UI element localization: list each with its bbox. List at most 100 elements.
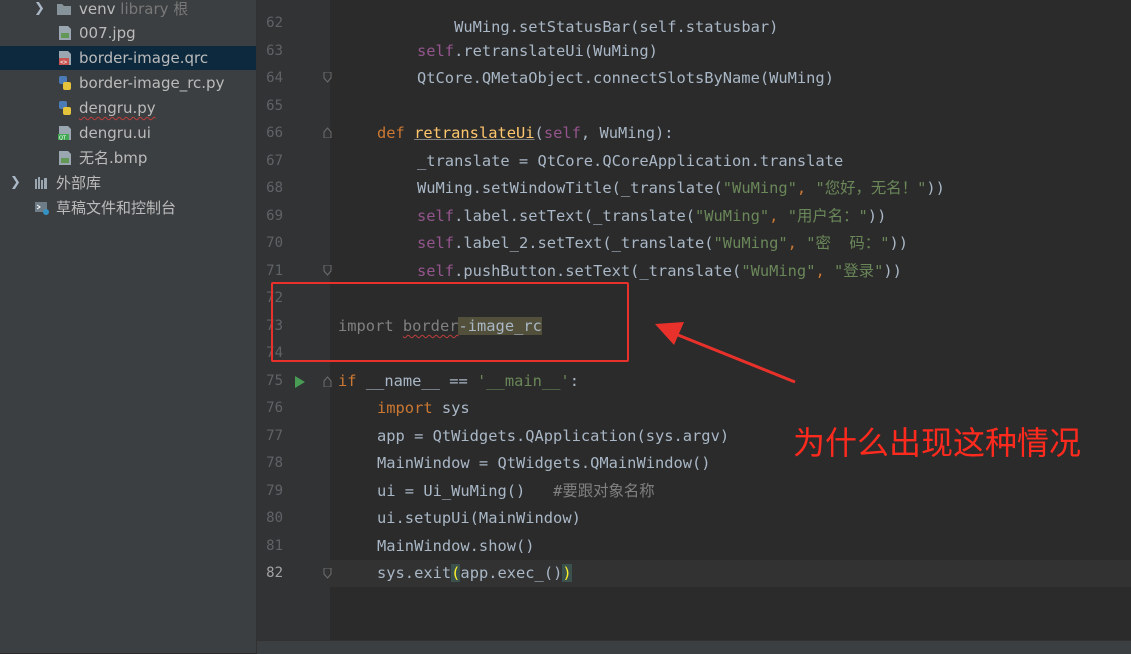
line-number: 69 [266, 208, 283, 224]
line-number: 81 [266, 538, 283, 554]
code-text: ui.setupUi(MainWindow) [377, 509, 581, 527]
bottom-panel-edge [257, 640, 1131, 654]
tree-item-label: dengru.py [79, 99, 156, 117]
code-string: "您好，无名！" [815, 179, 927, 197]
code-keyword: def [377, 124, 415, 142]
line-number: 76 [266, 400, 283, 416]
code-keyword: import [377, 399, 442, 417]
folder-icon [57, 4, 71, 15]
tree-item-venv[interactable]: ❯ venv library 根 [0, 0, 256, 21]
code-text: WuMing.setWindowTitle(_translate( [417, 179, 723, 197]
tree-item-dengru-py[interactable]: dengru.py [0, 96, 256, 120]
tree-item-label: border-image_rc.py [79, 74, 225, 92]
code-self: self [417, 42, 455, 60]
code-string: "登录" [834, 262, 884, 280]
code-line: ui = Ui_WuMing() #要跟对象名称 [377, 478, 655, 505]
code-text: .retranslateUi(WuMing) [454, 42, 658, 60]
code-text: WuMing.setStatusBar(self.statusbar) [454, 18, 779, 36]
run-icon[interactable] [295, 376, 305, 388]
fold-marker-icon[interactable] [323, 72, 332, 83]
code-string: "WuMing" [713, 234, 788, 252]
line-number: 62 [266, 15, 283, 31]
tree-item-label: 无名.bmp [79, 149, 148, 167]
tree-item-scratches[interactable]: 草稿文件和控制台 [0, 196, 256, 220]
code-bracket: ) [562, 564, 572, 582]
code-self: self [417, 234, 455, 252]
tree-item-border-image-rc-py[interactable]: border-image_rc.py [0, 71, 256, 95]
fold-marker-icon[interactable] [323, 127, 332, 138]
code-text: : [569, 372, 579, 390]
code-self: self [417, 262, 455, 280]
code-text: .label_2.setText(_translate( [454, 234, 714, 252]
code-text: sys.exit [377, 564, 452, 582]
code-self: self [543, 124, 581, 142]
image-file-icon [59, 26, 71, 40]
code-text: , [787, 234, 807, 252]
code-keyword: if [338, 372, 366, 390]
code-text: )) [926, 179, 945, 197]
code-line: _translate = QtCore.QCoreApplication.tra… [417, 148, 843, 175]
code-line: self.label_2.setText(_translate("WuMing"… [417, 230, 908, 257]
fold-marker-icon[interactable] [323, 376, 332, 387]
code-text: __name__ == [365, 372, 478, 390]
code-text: MainWindow.show() [377, 537, 535, 555]
code-text: )) [889, 234, 909, 252]
code-line: def retranslateUi(self, WuMing): [377, 120, 674, 147]
code-self: self [417, 207, 455, 225]
python-file-icon [59, 101, 71, 115]
qrc-file-icon: <> [59, 51, 71, 66]
code-function-name: retranslateUi [414, 124, 535, 142]
tree-item-label: 草稿文件和控制台 [56, 199, 177, 217]
tree-item-007-jpg[interactable]: 007.jpg [0, 21, 256, 45]
fold-marker-icon[interactable] [323, 265, 332, 276]
line-number: 80 [266, 510, 283, 526]
line-number: 70 [266, 235, 283, 251]
code-line: self.label.setText(_translate("WuMing", … [417, 203, 886, 230]
annotation-text: 为什么出现这种情况 [793, 424, 1082, 462]
code-text: MainWindow = QtWidgets.QMainWindow() [377, 454, 711, 472]
code-text: sys [441, 399, 470, 417]
code-string: "用户名：" [787, 207, 868, 225]
tree-item-label: 007.jpg [79, 24, 136, 42]
code-text: )) [883, 262, 902, 280]
line-number: 63 [266, 43, 283, 59]
code-string: "密 码：" [806, 234, 890, 252]
tree-item-label: dengru.ui [79, 124, 151, 142]
tree-item-hint: library 根 [120, 0, 189, 18]
ui-file-icon: QT [58, 126, 71, 141]
chevron-right-icon[interactable]: ❯ [10, 171, 22, 195]
code-line: WuMing.setWindowTitle(_translate("WuMing… [417, 175, 945, 202]
tree-item-bmp[interactable]: 无名.bmp [0, 146, 256, 170]
code-string: '__main__' [477, 372, 570, 390]
code-line: WuMing.setStatusBar(self.statusbar) [417, 0, 778, 36]
code-line: app = QtWidgets.QApplication(sys.argv) [377, 423, 729, 450]
code-line: if __name__ == '__main__': [338, 368, 579, 395]
code-text: , [796, 179, 816, 197]
code-line: ui.setupUi(MainWindow) [377, 505, 581, 532]
svg-text:<>: <> [60, 59, 68, 66]
code-line: MainWindow = QtWidgets.QMainWindow() [377, 450, 711, 477]
code-text: ( [534, 124, 544, 142]
line-number: 79 [266, 483, 283, 499]
scratches-icon [35, 202, 49, 215]
code-string: "WuMing" [722, 179, 797, 197]
chevron-right-icon[interactable]: ❯ [34, 0, 46, 21]
library-icon [35, 177, 47, 189]
code-text: app.exec_() [460, 564, 563, 582]
tree-item-label: 外部库 [56, 174, 102, 192]
line-number: 82 [266, 565, 283, 581]
code-text: ui = Ui_WuMing() [377, 482, 554, 500]
code-text: .label.setText(_translate( [454, 207, 695, 225]
fold-marker-icon[interactable] [323, 568, 332, 579]
code-line: MainWindow.show() [377, 533, 535, 560]
image-file-icon [59, 151, 71, 165]
tree-item-external-libraries[interactable]: ❯ 外部库 [0, 171, 256, 195]
code-text: , [769, 207, 788, 225]
line-number: 77 [266, 428, 283, 444]
project-tree-panel: ❯ venv library 根 007.jpg <> border-image… [0, 0, 257, 653]
code-comment: #要跟对象名称 [553, 482, 655, 500]
tree-item-dengru-ui[interactable]: QT dengru.ui [0, 121, 256, 145]
code-text: QtCore.QMetaObject.connectSlotsByName(Wu… [417, 69, 834, 87]
code-text: app = QtWidgets.QApplication(sys.argv) [377, 427, 730, 445]
tree-item-border-image-qrc[interactable]: <> border-image.qrc [0, 46, 256, 70]
